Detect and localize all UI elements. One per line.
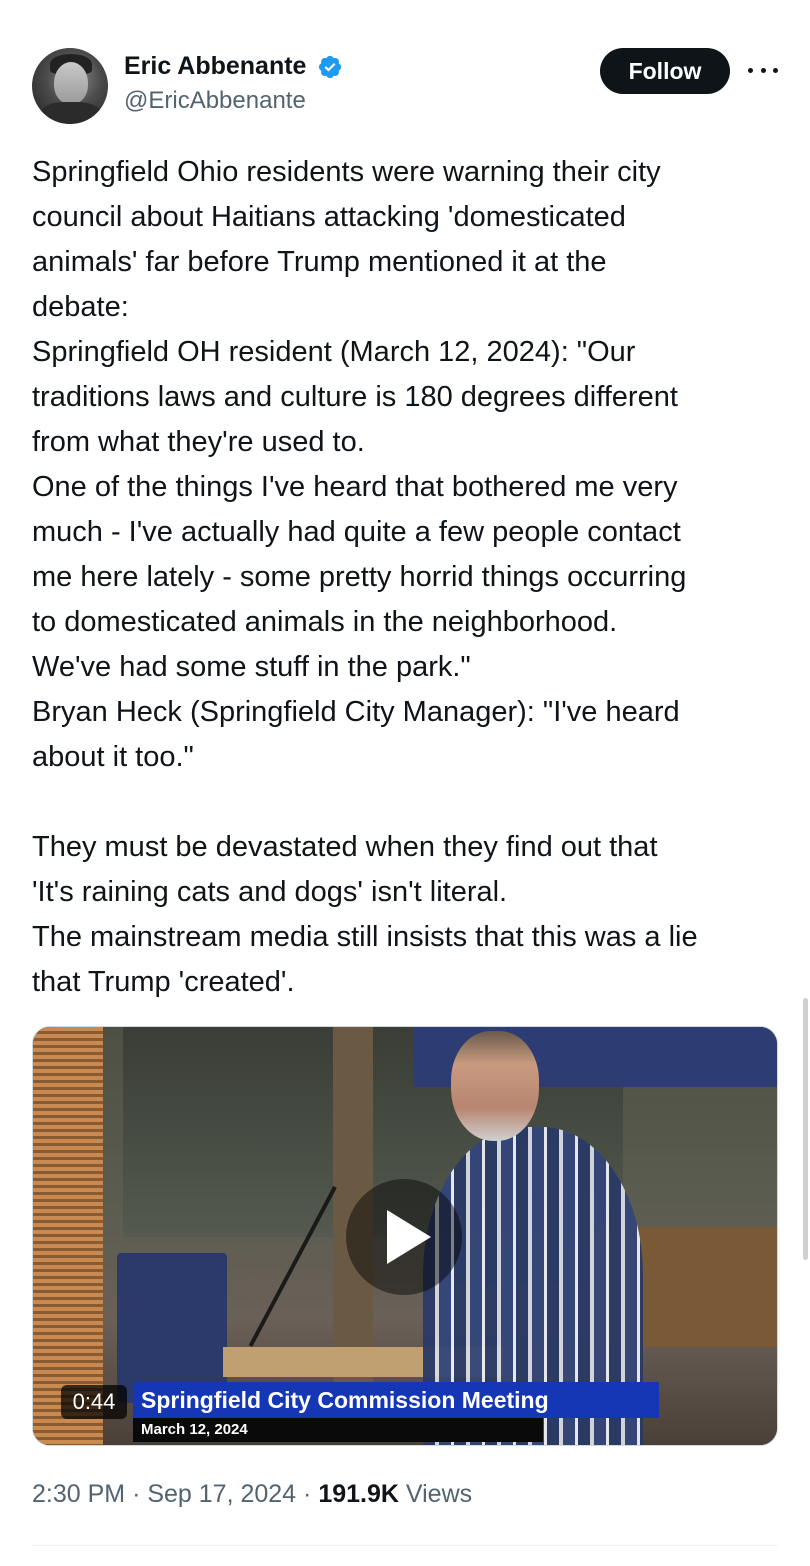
tweet-date[interactable]: Sep 17, 2024 (147, 1480, 296, 1508)
more-dot (748, 67, 753, 73)
author-display-name[interactable]: Eric Abbenante (124, 52, 306, 81)
tweet-time[interactable]: 2:30 PM (32, 1480, 125, 1508)
video-caption-date: March 12, 2024 (133, 1418, 543, 1442)
tweet-header: Eric Abbenante @EricAbbenante Follow (32, 48, 778, 128)
avatar-face (54, 62, 88, 104)
more-options-icon[interactable] (748, 58, 778, 82)
views-count: 191.9K (318, 1480, 399, 1508)
speaker-head (451, 1031, 539, 1141)
play-button[interactable] (346, 1179, 462, 1295)
meta-separator: · (303, 1480, 312, 1508)
author-handle[interactable]: @EricAbbenante (124, 87, 343, 115)
recycling-bin-icon (117, 1253, 227, 1403)
video-duration-badge: 0:44 (61, 1385, 127, 1419)
avatar-shirt (40, 102, 102, 124)
follow-button[interactable]: Follow (600, 48, 730, 94)
divider (32, 1545, 778, 1546)
verified-badge-icon (318, 55, 342, 78)
scrollbar[interactable] (803, 998, 808, 1260)
tweet-text: Springfield Ohio residents were warning … (32, 156, 698, 998)
views-label: Views (405, 1480, 473, 1508)
tweet-meta: 2:30 PM · Sep 17, 2024 · 191.9K Views (32, 1480, 472, 1509)
more-dot (760, 67, 766, 73)
more-dot (773, 67, 778, 73)
author-info: Eric Abbenante @EricAbbenante (124, 52, 343, 115)
video-caption: Springfield City Commission Meeting Marc… (63, 1382, 659, 1442)
author-avatar[interactable] (32, 48, 108, 124)
video-caption-title: Springfield City Commission Meeting (133, 1382, 659, 1418)
meta-separator: · (132, 1480, 141, 1508)
video-player[interactable]: Springfield City Commission Meeting Marc… (32, 1026, 778, 1446)
play-icon (387, 1210, 431, 1264)
